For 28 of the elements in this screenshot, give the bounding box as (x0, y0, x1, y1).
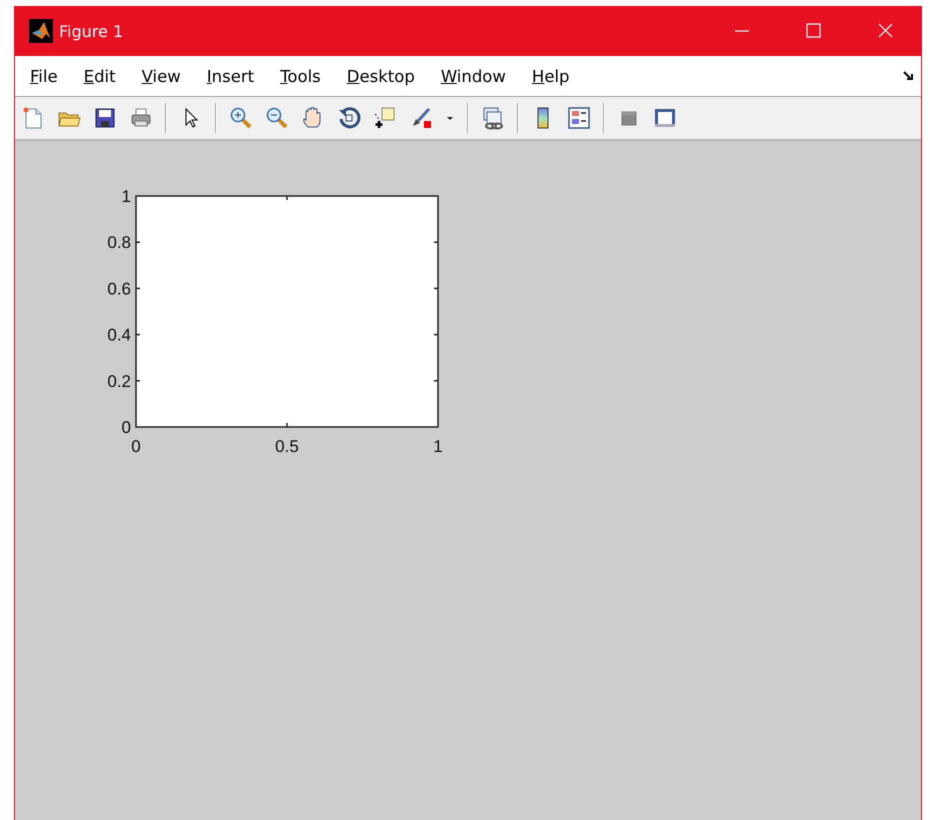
menu-item[interactable]: Tools (271, 64, 330, 88)
menu-item[interactable]: Edit (74, 64, 125, 88)
y-tick-label: 0.6 (107, 279, 131, 298)
menu-item[interactable]: Window (432, 64, 515, 88)
menu-item[interactable]: File (21, 64, 67, 88)
app-logo-icon (29, 19, 53, 43)
linked-windows-icon[interactable] (481, 106, 505, 130)
save-icon[interactable] (93, 106, 117, 130)
y-tick-label: 0.2 (107, 372, 131, 391)
menu-item[interactable]: View (132, 64, 190, 88)
zoom-in-icon[interactable] (229, 106, 253, 130)
y-tick-label: 0.4 (107, 326, 131, 345)
x-tick-label: 0 (131, 437, 141, 456)
y-tick-label: 0.8 (107, 233, 131, 252)
dock-arrow-icon[interactable] (903, 70, 915, 82)
zoom-out-icon[interactable] (265, 106, 289, 130)
legend-icon[interactable] (567, 106, 591, 130)
window-title: Figure 1 (59, 22, 124, 40)
data-cursor-icon[interactable] (373, 106, 397, 130)
y-tick-label: 0 (122, 418, 131, 437)
x-tick-label: 0.5 (275, 437, 299, 456)
menu-item[interactable]: Help (522, 64, 579, 88)
show-plot-tools-icon[interactable] (653, 106, 677, 130)
menu-item[interactable]: Desktop (338, 64, 424, 88)
rotate-icon[interactable] (337, 106, 361, 130)
y-tick-label: 1 (122, 187, 131, 206)
menu-item[interactable]: Insert (198, 64, 264, 88)
x-tick-label: 1 (433, 437, 443, 456)
